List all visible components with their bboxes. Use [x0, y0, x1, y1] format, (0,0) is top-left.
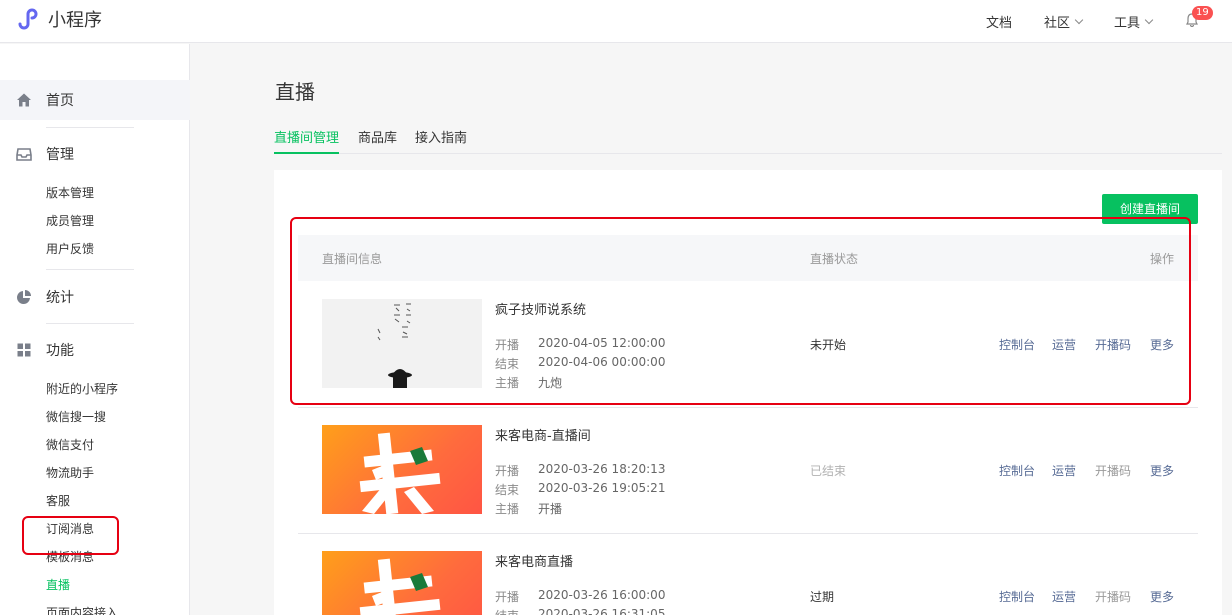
- nav-docs-label: 文档: [985, 16, 1012, 31]
- pie-chart-icon: [17, 290, 31, 304]
- meta-label-anchor: 主播: [495, 502, 520, 516]
- home-icon: [17, 93, 31, 107]
- sidebar-item-home[interactable]: 首页: [0, 80, 190, 120]
- op-more-link[interactable]: 更多: [1150, 588, 1174, 605]
- meta-value-start: 2020-03-26 16:00:00: [538, 588, 666, 602]
- grid-icon: [17, 343, 31, 357]
- op-operate-link[interactable]: 运营: [1052, 588, 1076, 605]
- page-title: 直播: [275, 80, 315, 104]
- live-room-cover: [322, 425, 482, 514]
- inbox-icon: [16, 148, 32, 161]
- tab-live-room-manage[interactable]: 直播间管理: [274, 127, 340, 154]
- op-operate-link[interactable]: 运营: [1052, 462, 1076, 479]
- app-name: 小程序: [48, 10, 102, 31]
- nav-community-label: 社区: [1043, 16, 1070, 31]
- meta-label-end: 结束: [495, 607, 519, 615]
- tab-product-library[interactable]: 商品库: [358, 127, 397, 154]
- nav-community[interactable]: 社区: [1043, 12, 1084, 31]
- cover-image-lai-logo: [359, 558, 441, 615]
- table-row: 来客电商直播 开播 2020-03-26 16:00:00 结束 2020-03…: [298, 533, 1198, 615]
- op-console-link[interactable]: 控制台: [999, 462, 1035, 479]
- meta-value-end: 2020-03-26 16:31:05: [538, 607, 666, 615]
- meta-value-end: 2020-03-26 19:05:21: [538, 481, 666, 495]
- nav-tools[interactable]: 工具: [1113, 12, 1154, 31]
- sidebar-subitem-logistics[interactable]: 物流助手: [46, 459, 94, 487]
- app-logo[interactable]: 小程序: [16, 6, 102, 32]
- sidebar-divider: [46, 269, 134, 270]
- nav-docs[interactable]: 文档: [986, 12, 1012, 31]
- sidebar-item-label: 首页: [46, 93, 74, 109]
- table-row: 来客电商-直播间 开播 2020-03-26 18:20:13 结束 2020-…: [298, 407, 1198, 533]
- sidebar-subitem-feedback[interactable]: 用户反馈: [46, 235, 94, 263]
- sidebar-subitem-page-content[interactable]: 页面内容接入: [46, 599, 118, 615]
- notification-button[interactable]: 19: [1184, 0, 1224, 43]
- top-nav: 文档 社区 工具 19: [986, 0, 1232, 43]
- live-room-title: 来客电商-直播间: [495, 429, 591, 444]
- sidebar-item-stats[interactable]: 统计: [0, 279, 190, 315]
- sidebar-subitem-nearby[interactable]: 附近的小程序: [46, 375, 118, 403]
- annotation-highlight-sidebar: [22, 516, 119, 555]
- sidebar-subitem-pay[interactable]: 微信支付: [46, 431, 94, 459]
- op-live-code-link[interactable]: 开播码: [1095, 462, 1131, 479]
- annotation-highlight-row: [290, 217, 1191, 405]
- op-live-code-link[interactable]: 开播码: [1095, 588, 1131, 605]
- sidebar-divider: [46, 127, 134, 128]
- chevron-down-icon: [1074, 15, 1084, 25]
- sidebar-item-label: 功能: [46, 343, 74, 359]
- sidebar-item-features[interactable]: 功能: [0, 332, 190, 368]
- tab-integration-guide[interactable]: 接入指南: [415, 127, 467, 154]
- meta-value-anchor: 开播: [538, 502, 563, 516]
- tab-bar: 直播间管理 商品库 接入指南: [274, 120, 1222, 154]
- sidebar-subitem-service[interactable]: 客服: [46, 487, 70, 515]
- status-badge: 过期: [810, 590, 835, 604]
- sidebar-subitem-members[interactable]: 成员管理: [46, 207, 94, 235]
- cover-image-lai-logo: [359, 432, 441, 514]
- sidebar-divider: [46, 323, 134, 324]
- meta-label-end: 结束: [495, 483, 520, 497]
- op-more-link[interactable]: 更多: [1150, 462, 1174, 479]
- sidebar-item-manage[interactable]: 管理: [0, 136, 190, 172]
- notification-badge: 19: [1192, 6, 1213, 20]
- sidebar-subitem-live[interactable]: 直播: [46, 571, 70, 599]
- sidebar-item-label: 管理: [46, 147, 74, 163]
- live-room-title: 来客电商直播: [495, 555, 574, 570]
- meta-label-start: 开播: [495, 464, 520, 478]
- chevron-down-icon: [1144, 15, 1154, 25]
- sidebar-subitem-search[interactable]: 微信搜一搜: [46, 403, 106, 431]
- meta-label-start: 开播: [495, 590, 520, 604]
- sidebar-item-label: 统计: [46, 290, 74, 306]
- status-badge: 已结束: [810, 464, 847, 478]
- meta-value-start: 2020-03-26 18:20:13: [538, 462, 666, 476]
- mini-program-logo-icon: [18, 8, 38, 30]
- sidebar-subitem-version[interactable]: 版本管理: [46, 179, 94, 207]
- live-room-cover: [322, 551, 482, 615]
- nav-tools-label: 工具: [1113, 16, 1140, 31]
- top-bar: 小程序 文档 社区 工具 19: [0, 0, 1232, 43]
- op-console-link[interactable]: 控制台: [999, 588, 1035, 605]
